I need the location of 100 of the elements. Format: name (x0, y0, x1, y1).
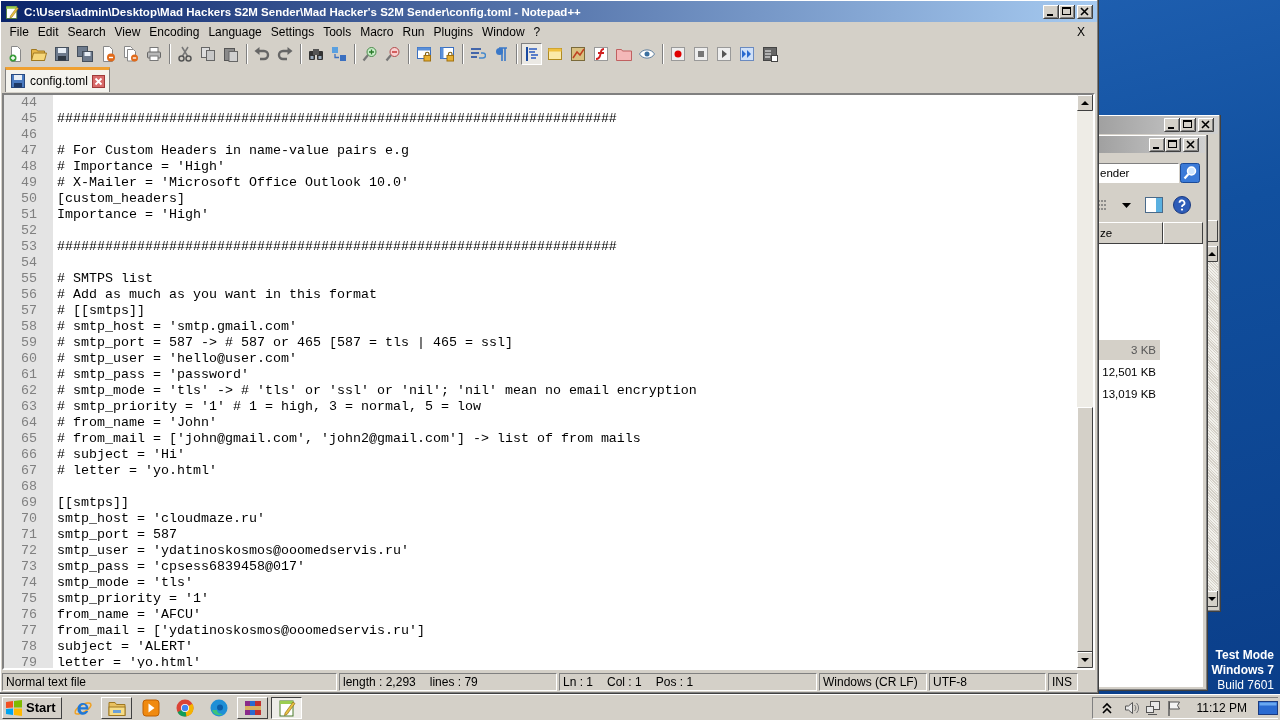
scroll-thumb[interactable] (1077, 407, 1093, 652)
list-panel-icon[interactable] (761, 45, 778, 62)
line-number: 53 (20, 239, 38, 255)
column-header[interactable] (1163, 222, 1203, 244)
dotted-grid-icon[interactable] (1098, 199, 1108, 211)
minimize-icon[interactable] (1043, 4, 1059, 19)
taskbar-button[interactable] (271, 696, 303, 719)
line-number: 48 (20, 159, 38, 175)
clock[interactable]: 11:12 PM (1196, 700, 1247, 715)
stop-icon[interactable] (692, 45, 709, 62)
menu-item[interactable]: File (5, 23, 34, 40)
toggle-button[interactable] (521, 42, 542, 65)
word-wrap-icon[interactable] (469, 45, 486, 62)
monitor-icon[interactable] (1258, 699, 1278, 716)
menu-item[interactable]: Settings (266, 23, 319, 40)
text-editor[interactable] (2, 93, 1095, 670)
double-chevron-icon[interactable] (1100, 700, 1113, 715)
code-line: # smtp_user = 'hello@user.com' (56, 351, 297, 367)
window-lock-icon[interactable] (438, 45, 455, 62)
line-number: 45 (20, 111, 38, 127)
maximize-icon[interactable] (1180, 118, 1196, 132)
line-number: 63 (20, 399, 38, 415)
code-line: # For Custom Headers in name-value pairs e.g (56, 143, 409, 159)
chart-icon[interactable] (569, 45, 586, 62)
maximize-icon[interactable] (1059, 4, 1075, 19)
menu-item[interactable]: Edit (33, 23, 64, 40)
close-icon[interactable] (1183, 137, 1199, 152)
line-number: 77 (20, 623, 38, 639)
up-arrow-icon[interactable] (1077, 95, 1093, 111)
menu-item[interactable]: Run (398, 23, 430, 40)
window-title: C:\Users\admin\Desktop\Mad Hackers S2M Sender\Mad Hacker's S2M Sender\config.toml - Notepad++ (24, 5, 582, 18)
file-size-cell[interactable]: 13,019 KB (1098, 384, 1160, 404)
flag-icon[interactable] (1165, 699, 1182, 716)
fast-forward-icon[interactable] (738, 45, 755, 62)
code-line: ###################################################################### (56, 239, 617, 255)
file-tab[interactable]: config.toml (5, 67, 111, 92)
stacked-disks-icon[interactable] (76, 45, 93, 62)
redo-arrow-icon[interactable] (276, 45, 293, 62)
menu-item[interactable]: ? (529, 23, 545, 40)
menu-item[interactable]: Search (63, 23, 111, 40)
code-line: # letter = 'yo.html' (56, 463, 217, 479)
close-icon[interactable] (92, 74, 106, 88)
function-icon[interactable] (592, 45, 609, 62)
speaker-icon[interactable] (1123, 699, 1140, 716)
file-size-cell[interactable]: 12,501 KB (1098, 362, 1160, 382)
play-icon[interactable] (140, 697, 161, 718)
segmented-circle-icon[interactable] (174, 697, 195, 718)
window-lock-icon[interactable] (415, 45, 432, 62)
copy-icon[interactable] (199, 45, 216, 62)
menu-item[interactable]: View (110, 23, 145, 40)
documents-close-icon[interactable] (122, 45, 139, 62)
close-icon[interactable] (1077, 4, 1093, 19)
caret-icon[interactable] (1122, 202, 1131, 208)
minimize-icon[interactable] (1149, 137, 1165, 152)
preview-pane-icon[interactable] (1145, 197, 1163, 213)
printer-icon[interactable] (145, 45, 162, 62)
minimize-icon[interactable] (1164, 118, 1180, 132)
clipboard-icon[interactable] (222, 45, 239, 62)
help-icon[interactable] (1173, 196, 1191, 214)
vertical-scrollbar[interactable] (1077, 95, 1093, 668)
network-icon[interactable] (1144, 699, 1161, 716)
code-line: smtp_user = 'ydatinoskosmos@ooomedservis.ru' (56, 543, 409, 559)
code-line: ###################################################################### (56, 111, 617, 127)
code-line: smtp_port = 587 (56, 527, 177, 543)
menu-item[interactable]: Macro (355, 23, 398, 40)
line-number: 64 (20, 415, 38, 431)
search-field[interactable]: ender (1098, 163, 1179, 183)
menu-item[interactable]: Plugins (429, 23, 478, 40)
code-line: # [[smtps]] (56, 303, 145, 319)
zoom-in-icon[interactable] (361, 45, 378, 62)
scissors-icon[interactable] (176, 45, 193, 62)
down-arrow-icon[interactable] (1077, 652, 1093, 668)
search-icon[interactable] (1180, 163, 1200, 183)
file-size-cell[interactable]: 3 KB (1098, 340, 1160, 360)
zoom-out-icon[interactable] (384, 45, 401, 62)
line-number: 68 (20, 479, 38, 495)
menu-item[interactable]: Window (477, 23, 530, 40)
column-header[interactable]: ze (1098, 222, 1163, 244)
play-icon[interactable] (715, 45, 732, 62)
line-number: 56 (20, 287, 38, 303)
close-icon[interactable] (1198, 118, 1214, 132)
replace-icon[interactable] (330, 45, 347, 62)
swirl-icon[interactable] (208, 697, 229, 718)
menu-item[interactable]: Encoding (144, 23, 204, 40)
status-file-type: Normal text file (2, 673, 337, 691)
close-document-button[interactable]: X (1073, 24, 1093, 39)
line-number: 61 (20, 367, 38, 383)
menu-item[interactable]: Language (203, 23, 267, 40)
start-button[interactable]: Start (2, 696, 62, 719)
line-number: 76 (20, 607, 38, 623)
record-icon[interactable] (669, 45, 686, 62)
notepad-icon[interactable] (4, 3, 20, 20)
panel-icon[interactable] (546, 45, 563, 62)
line-number: 67 (20, 463, 38, 479)
new-file-icon[interactable] (7, 45, 24, 62)
maximize-icon[interactable] (1165, 137, 1181, 152)
code-line: # smtp_host = 'smtp.gmail.com' (56, 319, 297, 335)
line-number: 49 (20, 175, 38, 191)
menu-item[interactable]: Tools (318, 23, 356, 40)
undo-arrow-icon[interactable] (253, 45, 270, 62)
